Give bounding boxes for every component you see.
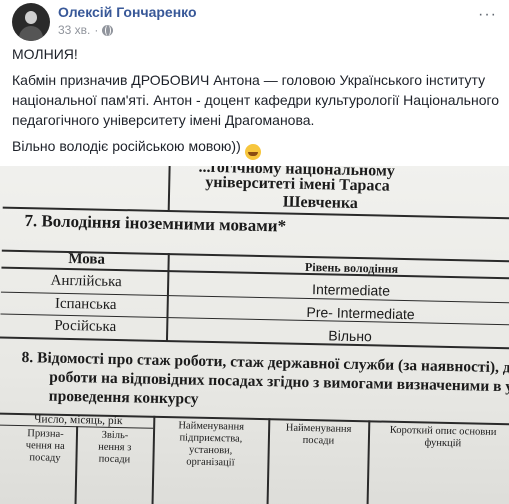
post-header: Олексій Гончаренко 33 хв. · ··· [0, 0, 509, 44]
post-paragraph-2: Кабмін призначив ДРОБОВИЧ Антона — голов… [12, 72, 500, 128]
lang-header-language: Мова [68, 250, 106, 268]
post-text: МОЛНИЯ! Кабмін призначив ДРОБОВИЧ Антона… [12, 44, 500, 166]
doc-fragment-3: Шевченка [282, 193, 359, 213]
author-name[interactable]: Олексій Гончаренко [58, 4, 197, 20]
lang-name: Англійська [50, 272, 122, 291]
lang-name: Іспанська [54, 295, 117, 313]
lang-name: Російська [54, 317, 117, 335]
post-paragraph-3: Вільно володіє російською мовою)) 😄 [12, 136, 500, 160]
grinning-face-icon: 😄 [244, 144, 261, 160]
lang-header-level: Рівень володіння [304, 259, 399, 276]
work-header-functions: Короткий опис основни функцій [389, 424, 497, 450]
post-photo[interactable]: ...ґогічному національному університеті … [0, 166, 509, 504]
section8-line-3: проведення конкурсу [48, 387, 199, 408]
post-meta: 33 хв. · [58, 23, 114, 37]
post-paragraph-1: МОЛНИЯ! [12, 46, 78, 62]
work-header-position: Найменування посади [285, 422, 352, 447]
work-header-appointment: Призна- чення на посаду [25, 428, 65, 464]
author-avatar[interactable] [12, 3, 50, 41]
globe-icon [102, 24, 114, 36]
doc-fragment-2: університеті імені Тараса [205, 173, 390, 195]
section7-title: 7. Володіння іноземними мовами* [24, 211, 287, 236]
more-options-icon[interactable]: ··· [478, 6, 497, 24]
post-timestamp[interactable]: 33 хв. [58, 23, 90, 37]
work-header-dismissal: Звіль- нення з посади [98, 429, 132, 466]
document-page: ...ґогічному національному університеті … [0, 166, 509, 504]
work-header-organization: Найменування підприємства, установи, орг… [178, 420, 245, 469]
